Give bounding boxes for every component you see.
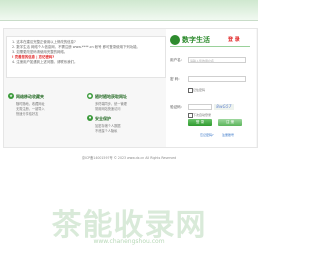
login-button[interactable]: 登 录 [188,119,212,126]
feature-title: 安全保护 [95,116,111,121]
signup-link[interactable]: 注册账号 [222,133,234,137]
password-input[interactable] [188,76,246,82]
login-panel: 数字生活 登 录 用户名: 请输入您的用户名 密 码: 记住密码 验证码: 8w… [166,29,256,147]
password-label: 密 码: [170,77,180,81]
forgot-password-link[interactable]: 忘记密码? [200,133,214,137]
auto-login-label: 下次自动登录 [193,113,212,117]
feature-title: 随时随地获取网址 [95,94,127,99]
notice-box: 1. 这本在建议完整正使用以上修改的信息? 2. 数字生活 网络个人信息网，不需… [6,36,166,78]
notice-line: 1. 这本在建议完整正使用以上修改的信息? [12,40,76,44]
notice-line: 4. 注册用户如遇到上述问题，请联系我们。 [12,60,78,64]
logo-text: 数字生活 [182,36,210,44]
star-icon: ★ [8,93,14,99]
captcha-input[interactable] [188,104,212,110]
feature-line: 不泄露个人隐私 [95,129,118,133]
notice-line: 2. 数字生活 网络个人信息网，不需注册 www.****.cn 帐号 即可登录… [12,45,140,49]
main-panel: 1. 这本在建议完整正使用以上修改的信息? 2. 数字生活 网络个人信息网，不需… [3,28,258,148]
watermark-url: www.chanengshou.com [93,238,165,245]
register-button[interactable]: 注 册 [218,119,242,126]
captcha-label: 验证码: [170,105,182,109]
logo-icon [170,35,180,45]
notice-important: ! 完善您的信息 | 忘记密码? [12,55,55,59]
feature-line: 常用网站快速访问 [95,107,121,111]
username-label: 用户名: [170,58,182,62]
remember-label: 记住密码 [193,88,206,92]
shield-icon: ♦ [87,115,93,121]
feature-line: 快速分享给好友 [16,112,39,116]
login-logo: 数字生活 登 录 [170,34,250,47]
notice-line: 3. 如需更改密码请使用完整的网络。 [12,50,68,54]
login-heading: 登 录 [228,37,240,43]
footer-copyright: 京ICP备14001597号 © 2023 www.dx.cn All Righ… [81,156,177,160]
captcha-image[interactable]: 8wG57 [214,104,234,110]
feature-title: 网络移动收藏夹 [16,94,44,99]
username-input[interactable]: 请输入您的用户名 [188,57,246,63]
top-bar [0,0,258,21]
globe-icon: ● [87,93,93,99]
